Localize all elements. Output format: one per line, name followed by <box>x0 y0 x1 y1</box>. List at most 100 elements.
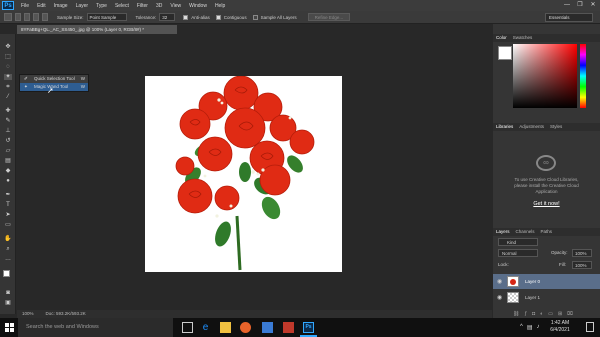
store-icon[interactable] <box>262 322 273 333</box>
foreground-color-swatch[interactable] <box>3 270 10 277</box>
layer-row-0[interactable]: ◉ Layer 0 <box>493 274 600 289</box>
new-selection-icon[interactable] <box>15 13 21 21</box>
crop-tool-icon[interactable]: ⌗ <box>4 84 12 90</box>
layer-row-1[interactable]: ◉ Layer 1 <box>493 290 600 305</box>
path-selection-icon[interactable]: ➤ <box>4 212 12 218</box>
tab-color[interactable]: Color <box>496 34 507 42</box>
blur-tool-icon[interactable]: ◆ <box>4 168 12 174</box>
adjustment-icon[interactable]: ◐ <box>540 311 543 317</box>
lasso-tool-icon[interactable]: ◌ <box>4 64 12 70</box>
dodge-tool-icon[interactable]: ● <box>4 178 12 184</box>
taskbar-clock[interactable]: 1:42 AM 6/4/2021 <box>540 320 580 334</box>
tab-paths[interactable]: Paths <box>541 228 553 236</box>
maximize-button[interactable]: ❐ <box>575 1 585 10</box>
group-icon[interactable]: ▭ <box>548 311 553 317</box>
sample-all-layers-checkbox[interactable] <box>252 14 258 20</box>
fill-input[interactable]: 100% <box>572 261 592 269</box>
clone-stamp-icon[interactable]: ⊥ <box>4 128 12 134</box>
zoom-tool-icon[interactable]: ⌕ <box>4 246 12 252</box>
menu-file[interactable]: File <box>17 3 33 9</box>
doc-info[interactable]: Doc: 593.2K/593.2K <box>46 310 86 318</box>
marquee-tool-icon[interactable]: ⬚ <box>4 54 12 60</box>
start-button[interactable] <box>0 318 18 337</box>
more-tools-icon[interactable]: … <box>4 256 12 262</box>
eye-icon[interactable]: ◉ <box>497 294 502 301</box>
eyedropper-tool-icon[interactable]: ⁄ <box>4 94 12 100</box>
foreground-swatch[interactable] <box>498 46 512 60</box>
hue-slider[interactable] <box>580 44 586 108</box>
screen-mode-icon[interactable]: ▣ <box>4 300 12 306</box>
layer-filter-kind[interactable]: Kind <box>498 238 538 246</box>
quick-selection-tool-item[interactable]: ✐ Quick Selection Tool W <box>20 75 88 83</box>
menu-3d[interactable]: 3D <box>152 3 166 9</box>
magic-wand-preset-icon[interactable] <box>4 13 12 21</box>
blend-mode-select[interactable]: Normal <box>498 249 538 257</box>
tab-libraries[interactable]: Libraries <box>496 123 513 131</box>
intersect-selection-icon[interactable] <box>42 13 48 21</box>
network-icon[interactable]: ▤ <box>527 324 533 331</box>
eraser-tool-icon[interactable]: ▱ <box>4 148 12 154</box>
app-icon[interactable] <box>283 322 294 333</box>
task-view-icon[interactable] <box>182 322 193 333</box>
gradient-tool-icon[interactable]: ▤ <box>4 158 12 164</box>
menu-type[interactable]: Type <box>92 3 111 9</box>
menu-help[interactable]: Help <box>211 3 229 9</box>
add-selection-icon[interactable] <box>24 13 30 21</box>
minimize-button[interactable]: — <box>562 1 572 10</box>
file-explorer-icon[interactable] <box>220 322 231 333</box>
sample-size-select[interactable]: Point Sample <box>86 13 127 21</box>
brush-tool-icon[interactable]: ✎ <box>4 118 12 124</box>
opacity-label: Opacity: <box>551 250 568 255</box>
tab-styles[interactable]: Styles <box>550 123 562 131</box>
opacity-input[interactable]: 100% <box>572 249 592 257</box>
menu-image[interactable]: Image <box>50 3 72 9</box>
subtract-selection-icon[interactable] <box>33 13 39 21</box>
tab-layers[interactable]: Layers <box>496 228 510 236</box>
tab-adjustments[interactable]: Adjustments <box>519 123 544 131</box>
eye-icon[interactable]: ◉ <box>497 278 502 285</box>
history-brush-icon[interactable]: ↺ <box>4 138 12 144</box>
link-icon[interactable]: ⛓ <box>513 311 519 317</box>
antialias-checkbox[interactable] <box>183 14 189 20</box>
mask-icon[interactable]: ◘ <box>532 311 535 317</box>
healing-brush-icon[interactable]: ✚ <box>4 108 12 114</box>
menu-bar: Ps File Edit Image Layer Type Select Fil… <box>0 0 600 11</box>
layer-name[interactable]: Layer 1 <box>525 295 540 300</box>
close-button[interactable]: ✕ <box>588 1 598 10</box>
move-tool-icon[interactable]: ✥ <box>4 44 12 50</box>
tolerance-input[interactable]: 32 <box>159 13 176 21</box>
pen-tool-icon[interactable]: ✒ <box>4 192 12 198</box>
magic-wand-tool-item[interactable]: ✦ Magic Wand Tool W <box>20 83 88 91</box>
tab-channels[interactable]: Channels <box>516 228 535 236</box>
firefox-icon[interactable] <box>240 322 251 333</box>
layer-name[interactable]: Layer 0 <box>525 279 540 284</box>
edge-icon[interactable]: e <box>200 322 211 333</box>
photoshop-taskbar-icon[interactable]: Ps <box>303 322 314 333</box>
menu-filter[interactable]: Filter <box>133 3 152 9</box>
document-canvas[interactable] <box>145 75 342 272</box>
quick-mask-icon[interactable]: ◙ <box>4 290 12 296</box>
new-layer-icon[interactable]: ⊞ <box>558 311 562 317</box>
fx-icon[interactable]: ƒ <box>524 311 527 317</box>
contiguous-checkbox[interactable] <box>215 14 221 20</box>
refine-edge-button[interactable]: Refine Edge... <box>307 13 351 21</box>
document-tab[interactable]: 8YFaBBg+QL._AC_SS450_.jpg @ 100% (Layer … <box>17 25 177 34</box>
type-tool-icon[interactable]: T <box>4 202 12 208</box>
color-picker-field[interactable] <box>513 44 577 108</box>
tab-swatches[interactable]: Swatches <box>513 34 533 42</box>
hand-tool-icon[interactable]: ✋ <box>4 236 12 242</box>
menu-window[interactable]: Window <box>185 3 211 9</box>
chevron-up-icon[interactable]: ^ <box>520 324 523 331</box>
magic-wand-tool-icon[interactable]: ✦ <box>4 74 12 80</box>
menu-layer[interactable]: Layer <box>72 3 93 9</box>
zoom-level[interactable]: 100% <box>22 310 34 318</box>
notifications-icon[interactable] <box>586 322 594 332</box>
trash-icon[interactable]: ⌧ <box>567 311 573 317</box>
menu-view[interactable]: View <box>166 3 185 9</box>
menu-edit[interactable]: Edit <box>33 3 50 9</box>
get-it-now-link[interactable]: Get it now! <box>493 201 600 207</box>
rectangle-tool-icon[interactable]: ▭ <box>4 222 12 228</box>
menu-select[interactable]: Select <box>111 3 133 9</box>
taskbar-search-box[interactable]: Search the web and Windows <box>18 318 173 337</box>
workspace-select[interactable]: Essentials <box>545 13 593 22</box>
